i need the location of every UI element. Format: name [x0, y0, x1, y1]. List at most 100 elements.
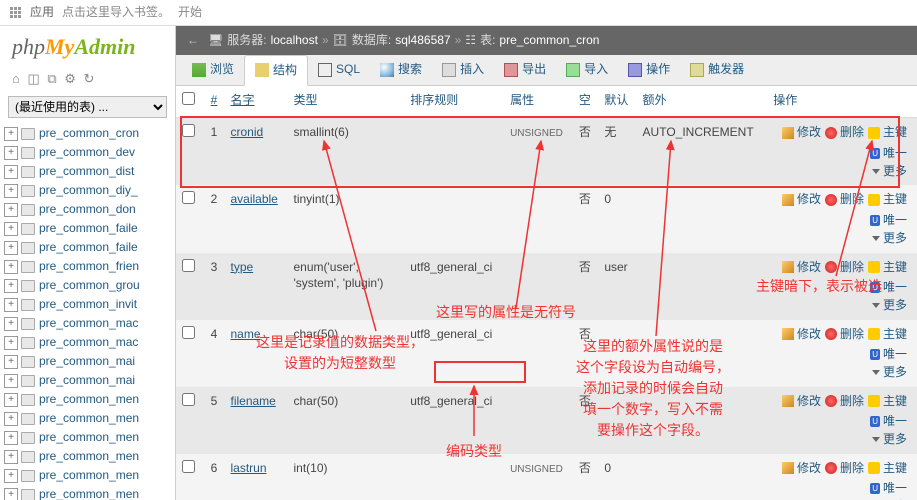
- row-check[interactable]: [182, 460, 195, 473]
- primary-key-link[interactable]: 主键: [868, 191, 907, 208]
- col-name[interactable]: lastrun: [230, 461, 266, 475]
- tab-search[interactable]: 搜索: [370, 55, 432, 85]
- tab-browse[interactable]: 浏览: [182, 55, 244, 85]
- more-link[interactable]: 更多: [872, 163, 907, 180]
- tab-export[interactable]: 导出: [494, 55, 556, 85]
- delete-link[interactable]: 删除: [825, 393, 864, 410]
- expand-icon[interactable]: +: [4, 450, 18, 464]
- tree-item[interactable]: +pre_common_men: [4, 390, 175, 409]
- edit-link[interactable]: 修改: [782, 460, 821, 477]
- expand-icon[interactable]: +: [4, 469, 18, 483]
- expand-icon[interactable]: +: [4, 393, 18, 407]
- more-link[interactable]: 更多: [872, 431, 907, 448]
- expand-icon[interactable]: +: [4, 184, 18, 198]
- expand-icon[interactable]: +: [4, 260, 18, 274]
- crumb-table[interactable]: pre_common_cron: [499, 32, 599, 49]
- tree-item[interactable]: +pre_common_men: [4, 485, 175, 500]
- apps-grid-icon[interactable]: [10, 7, 22, 19]
- edit-link[interactable]: 修改: [782, 326, 821, 343]
- sidebar-toolbar[interactable]: ⌂ ◫ ⧉ ⚙ ↻: [0, 68, 175, 94]
- check-all[interactable]: [182, 92, 195, 105]
- expand-icon[interactable]: +: [4, 222, 18, 236]
- tab-import[interactable]: 导入: [556, 55, 618, 85]
- tree-item[interactable]: +pre_common_mai: [4, 352, 175, 371]
- expand-icon[interactable]: +: [4, 488, 18, 500]
- delete-link[interactable]: 删除: [825, 460, 864, 477]
- row-check[interactable]: [182, 124, 195, 137]
- expand-icon[interactable]: +: [4, 412, 18, 426]
- tab-sql[interactable]: SQL: [308, 55, 370, 85]
- edit-link[interactable]: 修改: [782, 393, 821, 410]
- col-name[interactable]: cronid: [230, 125, 263, 139]
- tab-triggers[interactable]: 触发器: [680, 55, 754, 85]
- primary-key-link[interactable]: 主键: [868, 124, 907, 141]
- tree-item[interactable]: +pre_common_diy_: [4, 181, 175, 200]
- tree-item[interactable]: +pre_common_frien: [4, 257, 175, 276]
- tree-item[interactable]: +pre_common_don: [4, 200, 175, 219]
- tree-item[interactable]: +pre_common_men: [4, 409, 175, 428]
- expand-icon[interactable]: +: [4, 431, 18, 445]
- tab-insert[interactable]: 插入: [432, 55, 494, 85]
- expand-icon[interactable]: +: [4, 317, 18, 331]
- col-name[interactable]: available: [230, 192, 277, 206]
- row-check[interactable]: [182, 393, 195, 406]
- col-name[interactable]: name: [230, 327, 260, 341]
- unique-link[interactable]: U唯一: [870, 279, 907, 296]
- tab-structure[interactable]: 结构: [244, 55, 308, 86]
- edit-link[interactable]: 修改: [782, 259, 821, 276]
- tree-item[interactable]: +pre_common_mai: [4, 371, 175, 390]
- crumb-server[interactable]: localhost: [271, 32, 318, 49]
- tree-item[interactable]: +pre_common_men: [4, 447, 175, 466]
- tree-item[interactable]: +pre_common_mac: [4, 314, 175, 333]
- more-link[interactable]: 更多: [872, 230, 907, 247]
- tree-item[interactable]: +pre_common_mac: [4, 333, 175, 352]
- primary-key-link[interactable]: 主键: [868, 393, 907, 410]
- expand-icon[interactable]: +: [4, 298, 18, 312]
- unique-link[interactable]: U唯一: [870, 346, 907, 363]
- tree-item[interactable]: +pre_common_men: [4, 428, 175, 447]
- primary-key-link[interactable]: 主键: [868, 326, 907, 343]
- nav-collapse-icon[interactable]: ←: [186, 33, 200, 47]
- more-link[interactable]: 更多: [872, 364, 907, 381]
- col-name[interactable]: filename: [230, 394, 275, 408]
- expand-icon[interactable]: +: [4, 355, 18, 369]
- more-link[interactable]: 更多: [872, 297, 907, 314]
- delete-link[interactable]: 删除: [825, 124, 864, 141]
- edit-link[interactable]: 修改: [782, 124, 821, 141]
- expand-icon[interactable]: +: [4, 279, 18, 293]
- tree-item[interactable]: +pre_common_grou: [4, 276, 175, 295]
- unique-link[interactable]: U唯一: [870, 480, 907, 497]
- delete-link[interactable]: 删除: [825, 191, 864, 208]
- tree-item[interactable]: +pre_common_dist: [4, 162, 175, 181]
- delete-link[interactable]: 删除: [825, 259, 864, 276]
- tree-item[interactable]: +pre_common_cron: [4, 124, 175, 143]
- start-link[interactable]: 开始: [178, 4, 202, 21]
- expand-icon[interactable]: +: [4, 165, 18, 179]
- delete-link[interactable]: 删除: [825, 326, 864, 343]
- expand-icon[interactable]: +: [4, 146, 18, 160]
- unique-link[interactable]: U唯一: [870, 145, 907, 162]
- crumb-db[interactable]: sql486587: [395, 32, 450, 49]
- expand-icon[interactable]: +: [4, 374, 18, 388]
- primary-key-link[interactable]: 主键: [868, 259, 907, 276]
- tab-operations[interactable]: 操作: [618, 55, 680, 85]
- row-check[interactable]: [182, 259, 195, 272]
- recent-tables-select[interactable]: (最近使用的表) ...: [8, 96, 167, 118]
- tree-item[interactable]: +pre_common_faile: [4, 238, 175, 257]
- row-check[interactable]: [182, 191, 195, 204]
- edit-link[interactable]: 修改: [782, 191, 821, 208]
- tree-item[interactable]: +pre_common_dev: [4, 143, 175, 162]
- primary-key-link[interactable]: 主键: [868, 460, 907, 477]
- expand-icon[interactable]: +: [4, 127, 18, 141]
- expand-icon[interactable]: +: [4, 241, 18, 255]
- expand-icon[interactable]: +: [4, 203, 18, 217]
- phpmyadmin-logo[interactable]: phpMyAdmin: [0, 26, 175, 68]
- tree-item[interactable]: +pre_common_faile: [4, 219, 175, 238]
- apps-label[interactable]: 应用: [30, 4, 54, 21]
- row-check[interactable]: [182, 326, 195, 339]
- tree-item[interactable]: +pre_common_invit: [4, 295, 175, 314]
- unique-link[interactable]: U唯一: [870, 212, 907, 229]
- tree-item[interactable]: +pre_common_men: [4, 466, 175, 485]
- col-name[interactable]: type: [230, 260, 253, 274]
- unique-link[interactable]: U唯一: [870, 413, 907, 430]
